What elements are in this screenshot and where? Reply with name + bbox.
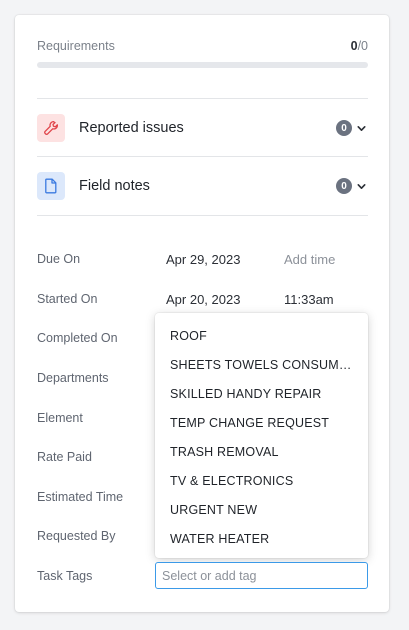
started-on-label: Started On [37,292,98,306]
section-title: Field notes [79,178,150,194]
departments-label: Departments [37,371,109,385]
started-on-date[interactable]: Apr 20, 2023 [166,292,240,307]
divider [37,215,368,216]
count-badge: 0 [336,178,352,194]
tag-option-trash-removal[interactable]: TRASH REMOVAL [155,438,368,467]
due-on-label: Due On [37,252,81,266]
wrench-icon [37,114,65,142]
tag-option-skilled-handy-repair[interactable]: SKILLED HANDY REPAIR [155,380,368,409]
document-icon [37,172,65,200]
tag-option-sheets-towels-consumables[interactable]: SHEETS TOWELS CONSUMABLES [155,351,368,380]
requirements-done: 0 [350,39,358,53]
requirements-progress-bar [37,62,368,68]
tag-option-roof[interactable]: ROOF [155,322,368,351]
section-title: Reported issues [79,120,184,136]
chevron-down-icon[interactable] [356,122,368,134]
tag-option-water-heater[interactable]: WATER HEATER [155,525,368,554]
divider [37,98,368,99]
chevron-down-icon[interactable] [356,180,368,192]
task-tags-input[interactable] [155,562,368,589]
tag-option-tv-electronics[interactable]: TV & ELECTRONICS [155,467,368,496]
tag-option-urgent-new[interactable]: URGENT NEW [155,496,368,525]
add-time-link[interactable]: Add time [284,252,335,267]
requirements-count: 0/0 [351,39,368,53]
task-tags-label: Task Tags [37,569,93,583]
divider [37,156,368,157]
estimated-time-label: Estimated Time [37,490,124,504]
completed-on-label: Completed On [37,331,118,345]
requested-by-label: Requested By [37,529,116,543]
task-details-card: Requirements 0/0 Reported issues 0 Field… [15,15,389,612]
section-field-notes[interactable]: Field notes 0 [37,171,368,201]
tag-dropdown-menu: ROOF SHEETS TOWELS CONSUMABLES SKILLED H… [155,313,368,558]
count-badge: 0 [336,120,352,136]
requirements-total: /0 [357,39,368,53]
requirements-row: Requirements 0/0 [37,39,368,53]
element-label: Element [37,411,83,425]
section-reported-issues[interactable]: Reported issues 0 [37,113,368,143]
due-on-date[interactable]: Apr 29, 2023 [166,252,240,267]
tag-option-temp-change-request[interactable]: TEMP CHANGE REQUEST [155,409,368,438]
requirements-label: Requirements [37,39,115,53]
started-on-time[interactable]: 11:33am [284,292,334,307]
rate-paid-label: Rate Paid [37,450,92,464]
